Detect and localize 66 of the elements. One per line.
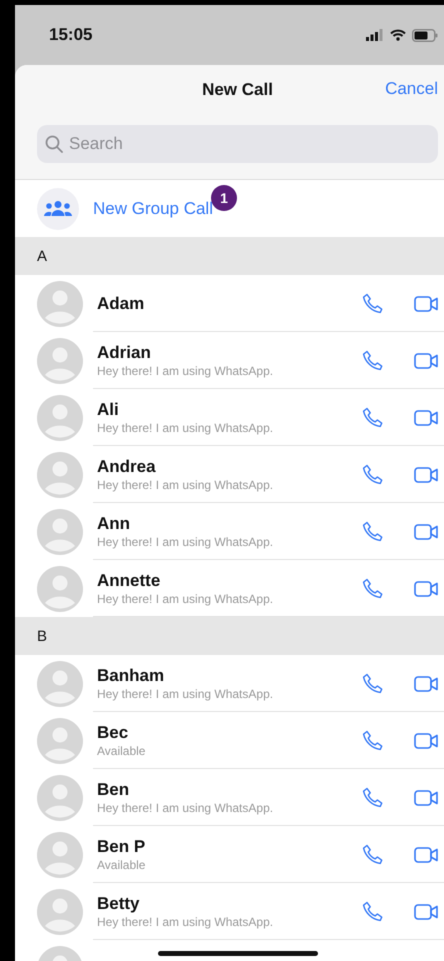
contact-name[interactable]: Bec xyxy=(97,723,348,743)
avatar-icon xyxy=(37,338,83,384)
video-camera-icon[interactable] xyxy=(414,790,438,806)
contact-status: Available xyxy=(97,858,146,872)
avatar-icon xyxy=(37,832,83,878)
contact-status: Hey there! I am using WhatsApp. xyxy=(97,687,274,701)
avatar-icon xyxy=(37,660,83,706)
contact-status: Hey there! I am using WhatsApp. xyxy=(97,801,274,815)
contact-name[interactable]: Ann xyxy=(97,514,348,534)
phone-icon[interactable] xyxy=(362,350,384,372)
battery-icon xyxy=(412,28,438,42)
phone-icon[interactable] xyxy=(362,786,384,808)
phone-icon[interactable] xyxy=(362,578,384,600)
phone-icon[interactable] xyxy=(362,900,384,922)
status-time: 15:05 xyxy=(49,25,92,45)
video-camera-icon[interactable] xyxy=(414,466,438,482)
contact-name[interactable]: Adam xyxy=(97,294,348,314)
contact-status: Hey there! I am using WhatsApp. xyxy=(97,592,274,606)
contact-name[interactable]: Ali xyxy=(97,400,348,420)
phone-icon[interactable] xyxy=(362,844,384,866)
contact-name[interactable]: Ben xyxy=(97,780,348,800)
contact-status: Hey there! I am using WhatsApp. xyxy=(97,364,274,378)
phone-icon[interactable] xyxy=(362,730,384,752)
video-camera-icon[interactable] xyxy=(414,352,438,368)
section-header: B xyxy=(15,617,444,655)
avatar-icon xyxy=(37,508,83,554)
video-camera-icon[interactable] xyxy=(414,676,438,692)
video-camera-icon[interactable] xyxy=(414,846,438,862)
contact-status: Hey there! I am using WhatsApp. xyxy=(97,535,274,549)
sheet-title: New Call xyxy=(202,80,273,100)
phone-icon[interactable] xyxy=(362,292,384,314)
video-camera-icon[interactable] xyxy=(414,296,438,312)
avatar-icon xyxy=(37,394,83,440)
phone-icon[interactable] xyxy=(362,520,384,542)
contact-status: Hey there! I am using WhatsApp. xyxy=(97,421,274,435)
contact-name[interactable]: Betty xyxy=(97,894,348,914)
video-camera-icon[interactable] xyxy=(414,904,438,920)
contact-name[interactable]: Adrian xyxy=(97,343,348,363)
contact-status: Hey there! I am using WhatsApp. xyxy=(97,478,274,492)
video-camera-icon[interactable] xyxy=(414,580,438,596)
section-header: A xyxy=(15,237,444,275)
contact-name[interactable]: Annette xyxy=(97,571,348,591)
signal-icon xyxy=(366,29,384,41)
video-camera-icon[interactable] xyxy=(414,410,438,426)
avatar-icon xyxy=(37,452,83,498)
new-group-call-item[interactable]: New Group Call 1 xyxy=(15,180,444,237)
contact-name[interactable]: Banham xyxy=(97,666,348,686)
contact-name[interactable]: Andrea xyxy=(97,457,348,477)
video-camera-icon[interactable] xyxy=(414,524,438,540)
group-icon xyxy=(37,188,79,230)
contact-status: Hey there! I am using WhatsApp. xyxy=(97,915,274,929)
cancel-button[interactable]: Cancel xyxy=(385,79,438,99)
avatar-icon xyxy=(37,774,83,820)
video-camera-icon[interactable] xyxy=(414,732,438,748)
search-field[interactable]: Search xyxy=(37,125,438,163)
contact-name[interactable]: Ben P xyxy=(97,837,348,857)
count-badge: 1 xyxy=(211,184,237,210)
contact-status: Available xyxy=(97,744,146,758)
phone-icon[interactable] xyxy=(362,464,384,486)
phone-icon[interactable] xyxy=(362,406,384,428)
wifi-icon xyxy=(390,29,406,41)
avatar-icon xyxy=(37,566,83,612)
avatar-icon xyxy=(37,888,83,934)
phone-icon[interactable] xyxy=(362,672,384,694)
avatar-icon xyxy=(37,718,83,764)
avatar-icon xyxy=(37,280,83,326)
